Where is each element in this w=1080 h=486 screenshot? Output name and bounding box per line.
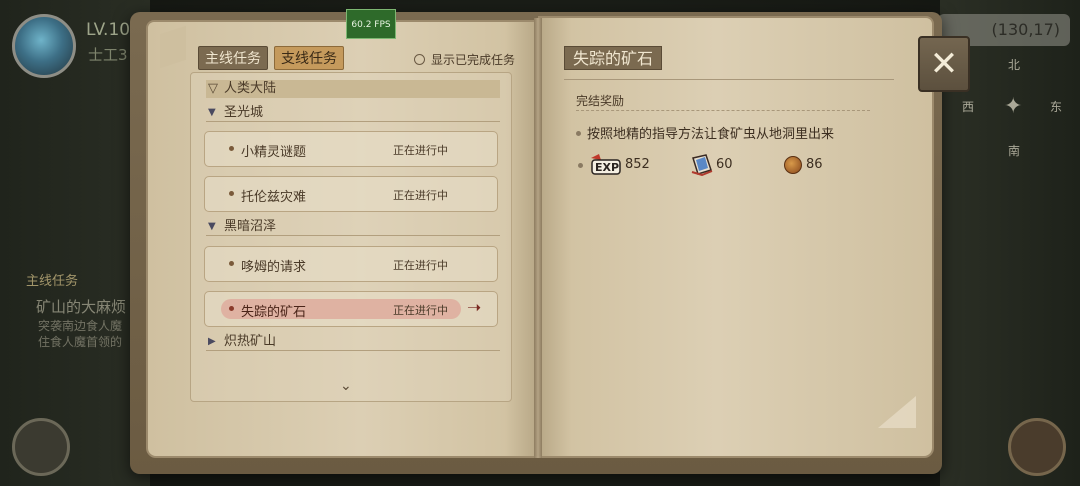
tab-side-quests[interactable]: 支线任务 [274,46,344,70]
coin-icon [784,156,802,174]
scroll-down-chevron-icon[interactable]: ⌄ [340,378,352,394]
group-name: 炽热矿山 [224,334,277,349]
gem-reward-value: 60 [716,157,733,172]
region-header[interactable]: ▽ 人类大陆 [206,80,500,98]
bullet-icon [229,146,234,151]
show-completed-radio[interactable] [414,54,425,65]
bullet-icon [578,163,583,168]
coin-reward-value: 86 [806,157,823,172]
exp-label: EXP [595,161,619,174]
bullet-icon [229,191,234,196]
group-header-heianzhaoze[interactable]: ▼ 黑暗沼泽 [206,218,500,236]
region-name: 人类大陆 [224,81,277,96]
goto-arrow-icon[interactable]: ➝ [467,298,481,318]
home-button[interactable] [1008,418,1066,476]
rewards-heading: 完结奖励 [576,94,625,108]
hud-main-quest-label: 主线任务 [26,274,79,289]
title-divider [564,79,894,80]
expand-arrow-icon: ▼ [208,107,216,118]
compass-north: 北 [1008,58,1021,72]
quest-name: 失踪的矿石 [241,305,307,320]
player-level: LV.10 [86,20,131,40]
player-name: 士工3 [88,46,128,64]
group-header-chiraekuangshan[interactable]: ▶ 炽热矿山 [206,333,500,351]
exp-reward-value: 852 [625,157,650,172]
world-left-edge [0,0,150,486]
compass-rose-icon: ✦ [1004,94,1023,119]
quest-objective: 按照地精的指导方法让食矿虫从地洞里出来 [576,123,834,142]
player-avatar[interactable] [12,14,76,78]
collapse-triangle-icon: ▽ [208,81,218,96]
rewards-divider [576,110,870,111]
show-completed-label: 显示已完成任务 [431,53,516,67]
quest-list-item[interactable]: 哆姆的请求 正在进行中 [204,246,498,282]
expand-arrow-icon: ▼ [208,221,216,232]
exp-icon: EXP [591,154,621,175]
quest-book-right-page [538,16,934,458]
quest-status: 正在进行中 [393,304,448,317]
quest-name: 哆姆的请求 [241,260,307,275]
quest-name: 托伦兹灾难 [241,190,307,205]
book-spine [534,18,542,458]
quest-detail-title: 失踪的矿石 [564,46,663,70]
quest-objective-text: 按照地精的指导方法让食矿虫从地洞里出来 [587,127,835,142]
quest-status: 正在进行中 [393,144,448,157]
bullet-icon [229,261,234,266]
bullet-icon [229,306,234,311]
group-name: 圣光城 [224,105,264,120]
compass-south: 南 [1008,144,1021,158]
collapsed-arrow-icon: ▶ [208,336,216,347]
bullet-icon [576,131,581,136]
skill-button[interactable] [12,418,70,476]
quest-list-item-selected[interactable]: 失踪的矿石 正在进行中 ➝ [204,291,498,327]
fps-counter: 60.2 FPS [346,9,396,39]
compass-east: 东 [1050,100,1063,114]
quest-status: 正在进行中 [393,189,448,202]
close-icon: ✕ [929,44,959,84]
quest-list-item[interactable]: 小精灵谜题 正在进行中 [204,131,498,167]
quest-name: 小精灵谜题 [241,145,307,160]
close-button[interactable]: ✕ [918,36,970,92]
compass: 北 西 东 南 ✦ [960,56,1070,166]
quest-list-item[interactable]: 托伦兹灾难 正在进行中 [204,176,498,212]
hud-main-quest-desc: 突袭南边食人魔 住食人魔首领的 [38,319,123,349]
hud-main-quest-name[interactable]: 矿山的大麻烦 [36,296,126,317]
gem-book-icon [691,154,713,176]
group-header-shengguangcheng[interactable]: ▼ 圣光城 [206,104,500,122]
group-name: 黑暗沼泽 [224,219,277,234]
compass-west: 西 [962,100,975,114]
tab-main-quests[interactable]: 主线任务 [198,46,268,70]
show-completed-toggle[interactable]: 显示已完成任务 [414,51,515,68]
quest-status: 正在进行中 [393,259,448,272]
